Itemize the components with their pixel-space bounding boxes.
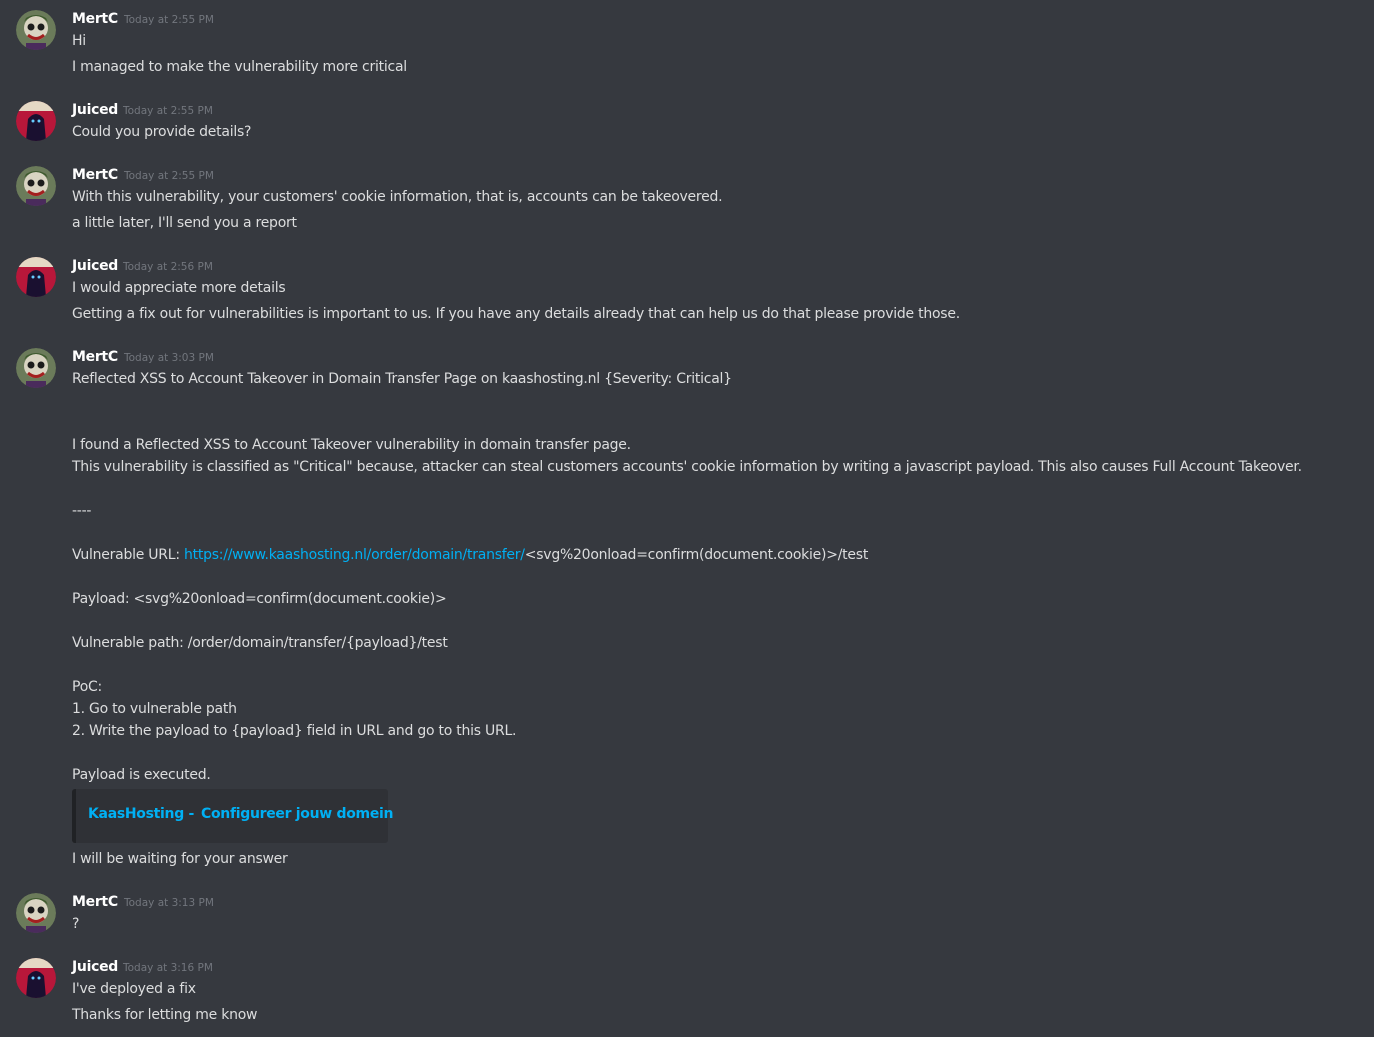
vulnerable-url-line: Vulnerable URL: https://www.kaashosting.… — [72, 547, 868, 563]
vulnerable-path-line: Vulnerable path: /order/domain/transfer/… — [72, 635, 448, 651]
dark-figure-avatar-icon[interactable] — [16, 257, 56, 297]
embed-title-link[interactable]: Configureer jouw domein — [201, 806, 394, 822]
payload-line: Payload: <svg%20onload=confirm(document.… — [72, 591, 447, 607]
message-line: Hi — [72, 33, 86, 49]
timestamp: Today at 2:55 PM — [124, 170, 214, 182]
report-intro: This vulnerability is classified as "Cri… — [72, 459, 1302, 475]
message-line: I managed to make the vulnerability more… — [72, 59, 407, 75]
poc-title: PoC: — [72, 679, 103, 695]
timestamp: Today at 2:55 PM — [124, 14, 214, 26]
separator: ---- — [72, 503, 92, 519]
joker-avatar-icon[interactable] — [16, 10, 56, 50]
author-name[interactable]: MertC — [72, 11, 118, 27]
timestamp: Today at 3:03 PM — [124, 352, 214, 364]
author-name[interactable]: Juiced — [72, 102, 118, 118]
author-name[interactable]: Juiced — [72, 959, 118, 975]
message-line: Thanks for letting me know — [72, 1007, 258, 1023]
poc-step: 1. Go to vulnerable path — [72, 701, 237, 717]
timestamp: Today at 2:55 PM — [123, 105, 213, 117]
timestamp: Today at 3:16 PM — [123, 962, 213, 974]
vulnerable-url-link[interactable]: https://www.kaashosting.nl/order/domain/… — [184, 547, 525, 563]
vulnerable-url-label: Vulnerable URL: — [72, 547, 184, 563]
embed-site-name[interactable]: KaasHosting - — [88, 806, 194, 822]
message-line: Getting a fix out for vulnerabilities is… — [72, 306, 960, 322]
message-line: ? — [72, 916, 80, 932]
payload-executed: Payload is executed. — [72, 767, 211, 783]
author-name[interactable]: Juiced — [72, 258, 118, 274]
link-embed: KaasHosting - Configureer jouw domein — [72, 789, 394, 843]
message-line: Could you provide details? — [72, 124, 252, 140]
dark-figure-avatar-icon[interactable] — [16, 958, 56, 998]
author-name[interactable]: MertC — [72, 167, 118, 183]
message-line: With this vulnerability, your customers'… — [72, 189, 723, 205]
poc-step: 2. Write the payload to {payload} field … — [72, 723, 517, 739]
message-line: I will be waiting for your answer — [72, 851, 288, 867]
report-intro: I found a Reflected XSS to Account Takeo… — [72, 437, 631, 453]
author-name[interactable]: MertC — [72, 894, 118, 910]
message-line: a little later, I'll send you a report — [72, 215, 297, 231]
author-name[interactable]: MertC — [72, 349, 118, 365]
vulnerable-url-suffix: <svg%20onload=confirm(document.cookie)>/… — [524, 547, 869, 563]
timestamp: Today at 2:56 PM — [123, 261, 213, 273]
message-line: I would appreciate more details — [72, 280, 286, 296]
dark-figure-avatar-icon[interactable] — [16, 101, 56, 141]
timestamp: Today at 3:13 PM — [124, 897, 214, 909]
joker-avatar-icon[interactable] — [16, 166, 56, 206]
report-title: Reflected XSS to Account Takeover in Dom… — [72, 371, 732, 387]
joker-avatar-icon[interactable] — [16, 893, 56, 933]
joker-avatar-icon[interactable] — [16, 348, 56, 388]
message-line: I've deployed a fix — [72, 981, 196, 997]
